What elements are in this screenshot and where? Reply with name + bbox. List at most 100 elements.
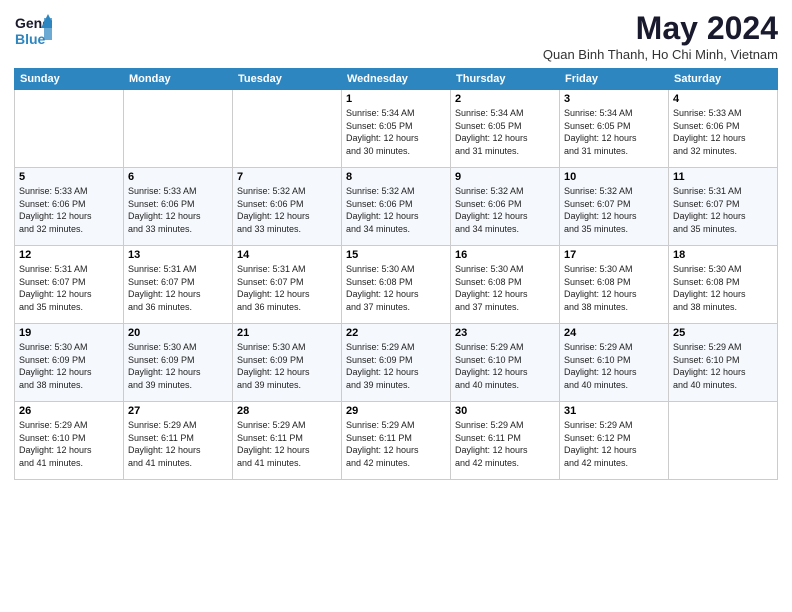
col-thursday: Thursday [451,69,560,90]
day-number: 4 [673,93,773,105]
day-number: 30 [455,405,555,417]
calendar-cell: 25Sunrise: 5:29 AMSunset: 6:10 PMDayligh… [669,324,778,402]
calendar-cell: 31 Sunrise: 5:29 AMSunset: 6:12 PMDayligh… [560,402,669,480]
day-number: 20 [128,327,228,339]
calendar-cell: 18 Sunrise: 5:30 AMSunset: 6:08 PMDayligh… [669,246,778,324]
day-info: Sunrise: 5:30 AMSunset: 6:08 PMDaylight:… [455,263,555,313]
day-info: Sunrise: 5:31 AMSunset: 6:07 PMDaylight:… [128,263,228,313]
calendar-cell: 20Sunrise: 5:30 AMSunset: 6:09 PMDayligh… [124,324,233,402]
day-number: 13 [128,249,228,261]
day-info: Sunrise: 5:34 AMSunset: 6:05 PMDaylight:… [564,107,664,157]
calendar-cell: 7Sunrise: 5:32 AMSunset: 6:06 PMDaylight… [233,168,342,246]
calendar-cell: 8Sunrise: 5:32 AMSunset: 6:06 PMDaylight… [342,168,451,246]
day-info: Sunrise: 5:29 AMSunset: 6:11 PMDaylight:… [128,419,228,469]
calendar-cell: 19 Sunrise: 5:30 AMSunset: 6:09 PMDayligh… [15,324,124,402]
logo: General Blue [14,10,52,48]
day-number: 21 [237,327,337,339]
calendar-cell: 29 Sunrise: 5:29 AMSunset: 6:11 PMDayligh… [342,402,451,480]
calendar-cell: 14 Sunrise: 5:31 AMSunset: 6:07 PMDayligh… [233,246,342,324]
day-number: 19 [19,327,119,339]
day-info: Sunrise: 5:29 AMSunset: 6:11 PMDaylight:… [346,419,446,469]
col-friday: Friday [560,69,669,90]
calendar-cell: 27 Sunrise: 5:29 AMSunset: 6:11 PMDayligh… [124,402,233,480]
calendar-cell: 12Sunrise: 5:31 AMSunset: 6:07 PMDayligh… [15,246,124,324]
day-info: Sunrise: 5:30 AMSunset: 6:08 PMDaylight:… [564,263,664,313]
col-wednesday: Wednesday [342,69,451,90]
day-number: 6 [128,171,228,183]
day-info: Sunrise: 5:30 AMSunset: 6:08 PMDaylight:… [346,263,446,313]
day-number: 7 [237,171,337,183]
day-number: 29 [346,405,446,417]
day-info: Sunrise: 5:34 AMSunset: 6:05 PMDaylight:… [455,107,555,157]
day-number: 18 [673,249,773,261]
day-info: Sunrise: 5:29 AMSunset: 6:11 PMDaylight:… [237,419,337,469]
day-info: Sunrise: 5:32 AMSunset: 6:07 PMDaylight:… [564,185,664,235]
calendar-cell [15,90,124,168]
day-number: 5 [19,171,119,183]
day-info: Sunrise: 5:29 AMSunset: 6:09 PMDaylight:… [346,341,446,391]
day-info: Sunrise: 5:29 AMSunset: 6:12 PMDaylight:… [564,419,664,469]
day-number: 31 [564,405,664,417]
day-number: 11 [673,171,773,183]
calendar-cell: 10Sunrise: 5:32 AMSunset: 6:07 PMDayligh… [560,168,669,246]
day-info: Sunrise: 5:33 AMSunset: 6:06 PMDaylight:… [673,107,773,157]
calendar-cell: 13 Sunrise: 5:31 AMSunset: 6:07 PMDayligh… [124,246,233,324]
day-number: 8 [346,171,446,183]
week-row-4: 19 Sunrise: 5:30 AMSunset: 6:09 PMDayligh… [15,324,778,402]
calendar-cell: 6 Sunrise: 5:33 AMSunset: 6:06 PMDaylight… [124,168,233,246]
day-number: 17 [564,249,664,261]
calendar-cell [233,90,342,168]
calendar-cell [124,90,233,168]
week-row-2: 5 Sunrise: 5:33 AMSunset: 6:06 PMDaylight… [15,168,778,246]
calendar-cell: 24 Sunrise: 5:29 AMSunset: 6:10 PMDayligh… [560,324,669,402]
day-number: 24 [564,327,664,339]
day-info: Sunrise: 5:34 AMSunset: 6:05 PMDaylight:… [346,107,446,157]
header: General Blue May 2024 Quan Binh Thanh, H… [14,10,778,62]
calendar-cell: 2 Sunrise: 5:34 AMSunset: 6:05 PMDaylight… [451,90,560,168]
calendar-cell: 30 Sunrise: 5:29 AMSunset: 6:11 PMDayligh… [451,402,560,480]
day-number: 25 [673,327,773,339]
day-number: 22 [346,327,446,339]
day-info: Sunrise: 5:33 AMSunset: 6:06 PMDaylight:… [19,185,119,235]
calendar-cell: 21Sunrise: 5:30 AMSunset: 6:09 PMDayligh… [233,324,342,402]
day-number: 26 [19,405,119,417]
calendar-cell: 22 Sunrise: 5:29 AMSunset: 6:09 PMDayligh… [342,324,451,402]
day-info: Sunrise: 5:31 AMSunset: 6:07 PMDaylight:… [19,263,119,313]
day-info: Sunrise: 5:32 AMSunset: 6:06 PMDaylight:… [455,185,555,235]
calendar-cell: 11Sunrise: 5:31 AMSunset: 6:07 PMDayligh… [669,168,778,246]
week-row-3: 12Sunrise: 5:31 AMSunset: 6:07 PMDayligh… [15,246,778,324]
day-info: Sunrise: 5:29 AMSunset: 6:10 PMDaylight:… [455,341,555,391]
day-info: Sunrise: 5:31 AMSunset: 6:07 PMDaylight:… [237,263,337,313]
page: General Blue May 2024 Quan Binh Thanh, H… [0,0,792,612]
calendar-cell: 5 Sunrise: 5:33 AMSunset: 6:06 PMDaylight… [15,168,124,246]
day-number: 9 [455,171,555,183]
calendar-cell: 17 Sunrise: 5:30 AMSunset: 6:08 PMDayligh… [560,246,669,324]
day-number: 2 [455,93,555,105]
day-number: 23 [455,327,555,339]
day-info: Sunrise: 5:29 AMSunset: 6:10 PMDaylight:… [564,341,664,391]
calendar-cell: 23 Sunrise: 5:29 AMSunset: 6:10 PMDayligh… [451,324,560,402]
day-number: 28 [237,405,337,417]
day-info: Sunrise: 5:30 AMSunset: 6:08 PMDaylight:… [673,263,773,313]
col-monday: Monday [124,69,233,90]
calendar-cell: 3Sunrise: 5:34 AMSunset: 6:05 PMDaylight… [560,90,669,168]
day-number: 27 [128,405,228,417]
calendar-table: Sunday Monday Tuesday Wednesday Thursday… [14,68,778,480]
calendar-cell: 1Sunrise: 5:34 AMSunset: 6:05 PMDaylight… [342,90,451,168]
calendar-cell: 26Sunrise: 5:29 AMSunset: 6:10 PMDayligh… [15,402,124,480]
day-info: Sunrise: 5:30 AMSunset: 6:09 PMDaylight:… [19,341,119,391]
calendar-cell: 16 Sunrise: 5:30 AMSunset: 6:08 PMDayligh… [451,246,560,324]
calendar-cell [669,402,778,480]
col-saturday: Saturday [669,69,778,90]
logo-icon: General Blue [14,10,52,48]
day-number: 16 [455,249,555,261]
day-info: Sunrise: 5:33 AMSunset: 6:06 PMDaylight:… [128,185,228,235]
week-row-5: 26Sunrise: 5:29 AMSunset: 6:10 PMDayligh… [15,402,778,480]
calendar-cell: 15Sunrise: 5:30 AMSunset: 6:08 PMDayligh… [342,246,451,324]
day-number: 14 [237,249,337,261]
col-tuesday: Tuesday [233,69,342,90]
calendar-cell: 28 Sunrise: 5:29 AMSunset: 6:11 PMDayligh… [233,402,342,480]
location-subtitle: Quan Binh Thanh, Ho Chi Minh, Vietnam [543,47,778,62]
month-year-title: May 2024 [543,10,778,47]
day-info: Sunrise: 5:29 AMSunset: 6:11 PMDaylight:… [455,419,555,469]
